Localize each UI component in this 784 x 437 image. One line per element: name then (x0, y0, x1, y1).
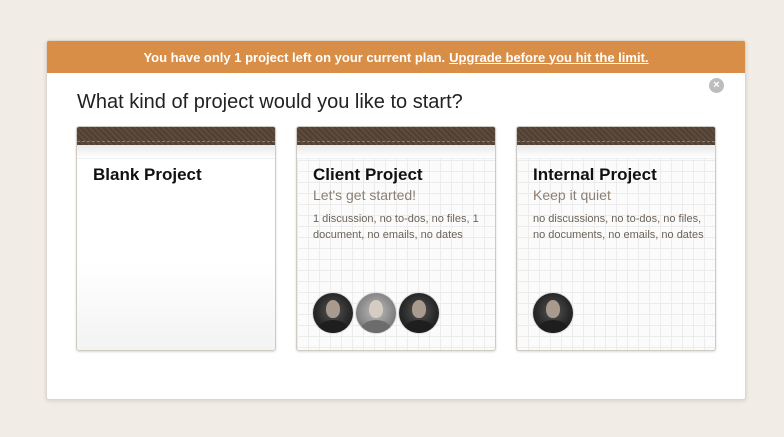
card-title: Blank Project (93, 165, 202, 184)
avatar-group (533, 293, 576, 333)
banner-message: You have only 1 project left on your cur… (143, 49, 446, 65)
blank-project-card[interactable]: Blank Project (76, 126, 276, 351)
card-description: 1 discussion, no to-dos, no files, 1 doc… (313, 213, 479, 241)
close-icon[interactable]: × (709, 78, 724, 93)
internal-project-card[interactable]: Internal Project Keep it quiet no discus… (516, 126, 716, 351)
avatar-group (313, 293, 442, 333)
avatar (533, 293, 573, 333)
card-title: Client Project (313, 165, 423, 184)
plan-limit-banner: You have only 1 project left on your cur… (47, 41, 745, 73)
upgrade-link[interactable]: Upgrade before you hit the limit. (449, 50, 648, 65)
card-header-strip (517, 127, 715, 145)
card-subtitle: Let's get started! (313, 187, 417, 203)
new-project-dialog: You have only 1 project left on your cur… (46, 40, 746, 400)
card-title: Internal Project (533, 165, 657, 184)
avatar (356, 293, 396, 333)
card-header-strip (77, 127, 275, 145)
avatar (399, 293, 439, 333)
card-header-strip (297, 127, 495, 145)
card-subtitle: Keep it quiet (533, 187, 611, 203)
card-description: no discussions, no to-dos, no files, no … (533, 213, 704, 241)
avatar (313, 293, 353, 333)
client-project-card[interactable]: Client Project Let's get started! 1 disc… (296, 126, 496, 351)
dialog-title: What kind of project would you like to s… (77, 91, 463, 113)
